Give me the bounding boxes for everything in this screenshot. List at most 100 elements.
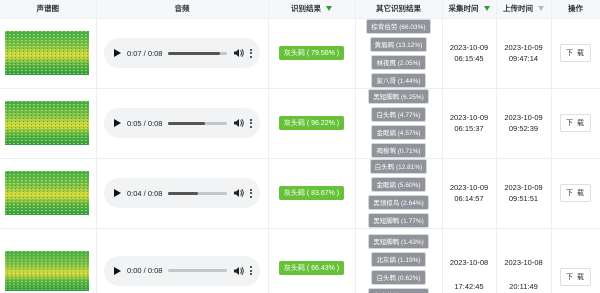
header-upload-time[interactable]: 上传时间	[496, 0, 552, 19]
upload-date: 2023-10-09	[504, 183, 543, 192]
header-upload-label: 上传时间	[503, 4, 533, 14]
more-options-icon[interactable]	[250, 118, 252, 128]
volume-icon[interactable]	[233, 48, 244, 58]
play-icon[interactable]	[114, 49, 121, 57]
header-collect-time[interactable]: 采集时间	[442, 0, 497, 19]
other-results-list: 黑短脚鹎 (6.25%) 白头鹎 (4.77%) 金眶鹟 (4.57%) 褐柳莺 (0…	[356, 88, 442, 158]
audio-seek-progress	[168, 191, 198, 195]
other-results-cell: 黑短脚鹎 (1.43%) 北灰鹟 (1.19%) 白头鹎 (0.62%) 白腹蓝鹟 (…	[355, 228, 443, 293]
action-cell: 下 载	[551, 88, 600, 159]
funnel-icon[interactable]	[326, 6, 332, 12]
play-icon[interactable]	[114, 189, 121, 197]
header-spectrogram-label: 声谱图	[36, 4, 60, 14]
header-audio: 音频	[96, 0, 269, 19]
audio-seek-bar[interactable]	[168, 191, 227, 195]
volume-icon[interactable]	[233, 188, 244, 198]
result-cell: 灰头鹀 ( 79.56% )	[268, 18, 356, 89]
audio-time: 0:07 / 0:08	[127, 48, 163, 58]
audio-seek-bar[interactable]	[168, 269, 227, 272]
action-cell: 下 载	[551, 158, 600, 229]
header-other-label: 其它识别结果	[376, 4, 421, 14]
action-cell: 下 载	[551, 228, 600, 293]
other-result-tag: 褐柳莺 (0.71%)	[371, 142, 426, 158]
collect-time: 06:15:37	[454, 124, 484, 133]
spectrogram-image	[5, 250, 89, 291]
upload-time: 09:51:51	[508, 194, 539, 203]
result-cell: 灰头鹀 ( 96.22% )	[268, 88, 356, 159]
audio-seek-bar[interactable]	[168, 51, 227, 55]
collect-time: 17:42:45	[454, 282, 484, 291]
more-options-icon[interactable]	[250, 266, 252, 275]
collect-date: 2023-10-09	[449, 183, 489, 192]
play-icon[interactable]	[114, 266, 121, 275]
collect-time-cell: 2023-10-09 06:15:45	[442, 18, 497, 89]
volume-icon[interactable]	[233, 266, 244, 276]
table-row: 0:07 / 0:08 灰头鹀 ( 79.56% ) 棕背伯劳 (66.03%)…	[0, 18, 600, 89]
header-other-results: 其它识别结果	[355, 0, 443, 19]
table-row: 0:05 / 0:08 灰头鹀 ( 96.22% ) 黑短脚鹎 (6.25%) 白…	[0, 88, 600, 159]
audio-player[interactable]: 0:04 / 0:08	[104, 178, 260, 208]
upload-time-cell: 2023-10-09 09:47:14	[496, 18, 552, 89]
header-result-label: 识别结果	[291, 4, 321, 14]
other-result-tag: 黑短脚鹎 (6.25%)	[368, 88, 429, 104]
other-result-tag: 白头鹎 (4.77%)	[371, 106, 426, 122]
header-spectrogram: 声谱图	[0, 0, 97, 19]
upload-time-cell: 2023-10-09 09:51:51	[496, 158, 552, 229]
audio-cell: 0:07 / 0:08	[96, 18, 269, 89]
funnel-icon[interactable]	[483, 6, 490, 12]
result-cell: 灰头鹀 ( 83.67% )	[268, 158, 356, 229]
audio-seek-bar[interactable]	[168, 121, 227, 125]
audio-cell: 0:00 / 0:08	[96, 228, 269, 293]
audio-seek-progress	[168, 121, 206, 125]
upload-time: 09:52:39	[508, 124, 539, 133]
upload-time: 09:47:14	[508, 54, 539, 63]
download-button[interactable]: 下 载	[560, 184, 591, 202]
other-results-list: 黑短脚鹎 (1.43%) 北灰鹟 (1.19%) 白头鹎 (0.62%) 白腹蓝鹟 (…	[356, 233, 442, 293]
result-tag: 灰头鹀 ( 79.56% )	[278, 46, 345, 60]
collect-date: 2023-10-08	[449, 258, 489, 267]
more-options-icon[interactable]	[250, 188, 252, 198]
table-row: 0:04 / 0:08 灰头鹀 ( 83.67% ) 白头鹎 (12.81%) 金…	[0, 158, 600, 229]
audio-player[interactable]: 0:07 / 0:08	[104, 38, 260, 68]
audio-seek-progress	[168, 51, 220, 55]
audio-player[interactable]: 0:00 / 0:08	[104, 255, 260, 286]
audio-player[interactable]: 0:05 / 0:08	[104, 108, 260, 138]
spectrogram-cell	[0, 158, 97, 229]
other-results-list: 棕背伯劳 (66.03%) 黄眉鹀 (13.12%) 林夜鹰 (2.05%) 家八哥 …	[356, 18, 442, 88]
download-button[interactable]: 下 载	[560, 44, 591, 62]
spectrogram-image	[5, 101, 89, 145]
collect-time-cell: 2023-10-09 06:15:37	[442, 88, 497, 159]
header-result[interactable]: 识别结果	[268, 0, 356, 19]
download-button[interactable]: 下 载	[560, 267, 591, 286]
play-icon[interactable]	[114, 119, 121, 127]
other-result-tag: 金眶鹟 (5.60%)	[371, 176, 426, 192]
table-row: 0:00 / 0:08 灰头鹀 ( 66.43% ) 黑短脚鹎 (1.43%) 北…	[0, 228, 600, 293]
upload-date: 2023-10-08	[504, 258, 543, 267]
other-result-tag: 黄眉鹀 (13.12%)	[369, 36, 428, 52]
collect-time: 06:15:45	[454, 54, 484, 63]
other-result-tag: 金眶鹟 (4.57%)	[371, 124, 426, 140]
more-options-icon[interactable]	[250, 48, 252, 58]
result-tag: 灰头鹀 ( 96.22% )	[278, 116, 345, 130]
download-button[interactable]: 下 载	[560, 114, 591, 132]
other-result-tag: 家八哥 (1.44%)	[371, 72, 426, 88]
spectrogram-cell	[0, 18, 97, 89]
collect-time-cell: 2023-10-08 17:42:45	[442, 228, 497, 293]
funnel-icon[interactable]	[538, 6, 544, 12]
collect-time: 06:14:57	[454, 194, 484, 203]
upload-time-cell: 2023-10-09 09:52:39	[496, 88, 552, 159]
other-result-tag: 黑短脚鹎 (1.43%)	[368, 233, 429, 249]
volume-icon[interactable]	[233, 118, 244, 128]
collect-date: 2023-10-09	[449, 43, 489, 52]
header-action: 操作	[551, 0, 600, 19]
other-results-cell: 黑短脚鹎 (6.25%) 白头鹎 (4.77%) 金眶鹟 (4.57%) 褐柳莺 (0…	[355, 88, 443, 159]
other-result-tag: 白腹蓝鹟 (0.37%)	[368, 287, 429, 293]
upload-time: 20:11:49	[509, 282, 538, 291]
header-collect-label: 采集时间	[448, 4, 479, 14]
result-tag: 灰头鹀 ( 66.43% )	[278, 261, 345, 275]
other-result-tag: 白头鹎 (12.81%)	[369, 158, 428, 174]
other-result-tag: 北灰鹟 (1.19%)	[371, 251, 426, 267]
recordings-table: 声谱图 音频 识别结果 其它识别结果 采集时间 上传时间 操作 0:07 / 0…	[0, 0, 600, 293]
other-result-tag: 棕背伯劳 (66.03%)	[366, 18, 431, 34]
result-cell: 灰头鹀 ( 66.43% )	[268, 228, 356, 293]
